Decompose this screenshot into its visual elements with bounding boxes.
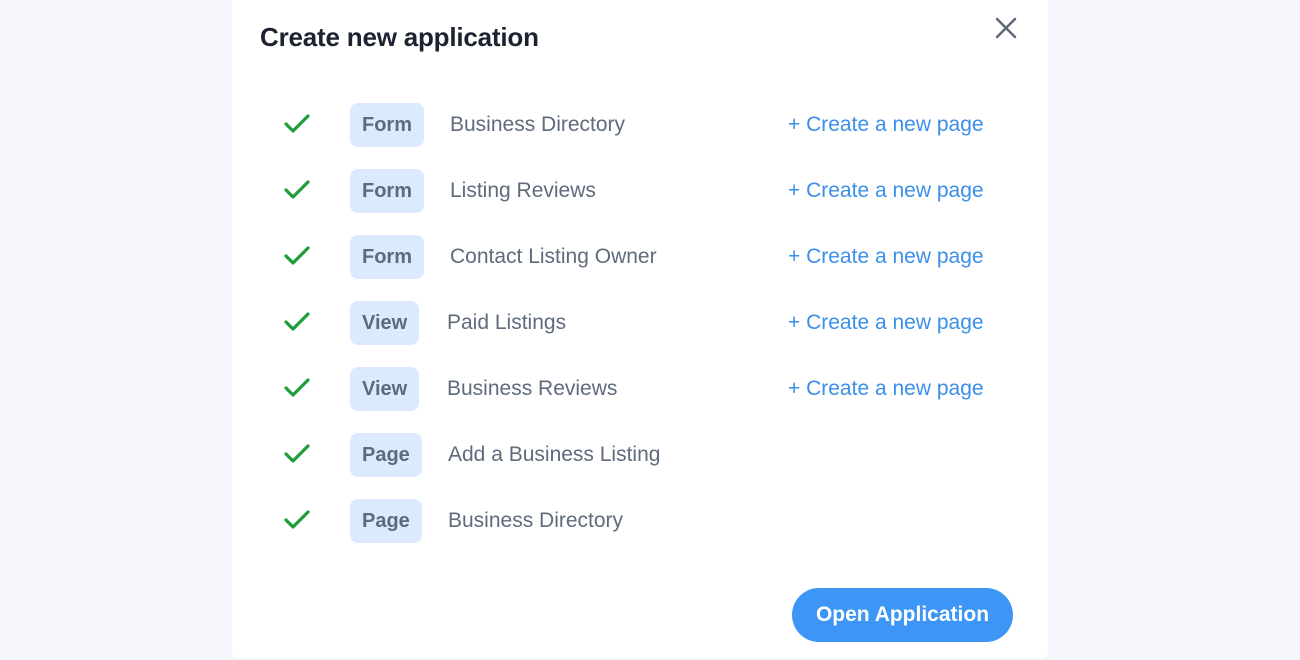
create-page-link[interactable]: + Create a new page bbox=[788, 92, 984, 158]
type-badge: Form bbox=[350, 235, 424, 279]
type-badge: View bbox=[350, 367, 420, 411]
type-badge: View bbox=[350, 301, 420, 345]
type-badge: Form bbox=[350, 103, 424, 147]
list-item: View Paid Listings + Create a new page bbox=[232, 290, 1048, 356]
list-item: Form Listing Reviews + Create a new page bbox=[232, 158, 1048, 224]
create-page-link[interactable]: + Create a new page bbox=[788, 356, 984, 422]
item-name: Business Reviews bbox=[447, 377, 618, 400]
list-item: View Business Reviews + Create a new pag… bbox=[232, 356, 1048, 422]
checkmark-icon bbox=[284, 510, 310, 529]
close-icon bbox=[995, 17, 1017, 39]
item-name: Business Directory bbox=[450, 113, 626, 136]
item-list: Form Business Directory + Create a new p… bbox=[232, 92, 1048, 554]
close-button[interactable] bbox=[990, 12, 1022, 44]
create-application-modal: Create new application Form Business Dir… bbox=[232, 0, 1048, 658]
create-page-link[interactable]: + Create a new page bbox=[788, 290, 984, 356]
item-name: Add a Business Listing bbox=[448, 443, 661, 466]
list-item: Page Business Directory bbox=[232, 488, 1048, 554]
checkmark-icon bbox=[284, 114, 310, 133]
type-badge: Form bbox=[350, 169, 424, 213]
list-item: Page Add a Business Listing bbox=[232, 422, 1048, 488]
type-badge: Page bbox=[350, 433, 422, 477]
checkmark-icon bbox=[284, 378, 310, 397]
checkmark-icon bbox=[284, 180, 310, 199]
list-item: Form Business Directory + Create a new p… bbox=[232, 92, 1048, 158]
checkmark-icon bbox=[284, 246, 310, 265]
checkmark-icon bbox=[284, 444, 310, 463]
item-name: Contact Listing Owner bbox=[450, 245, 657, 268]
type-badge: Page bbox=[350, 499, 422, 543]
item-name: Listing Reviews bbox=[450, 179, 596, 202]
modal-title: Create new application bbox=[260, 22, 539, 52]
item-name: Paid Listings bbox=[447, 311, 567, 334]
open-application-button[interactable]: Open Application bbox=[792, 588, 1013, 642]
create-page-link[interactable]: + Create a new page bbox=[788, 158, 984, 224]
checkmark-icon bbox=[284, 312, 310, 331]
list-item: Form Contact Listing Owner + Create a ne… bbox=[232, 224, 1048, 290]
item-name: Business Directory bbox=[448, 509, 624, 532]
create-page-link[interactable]: + Create a new page bbox=[788, 224, 984, 290]
